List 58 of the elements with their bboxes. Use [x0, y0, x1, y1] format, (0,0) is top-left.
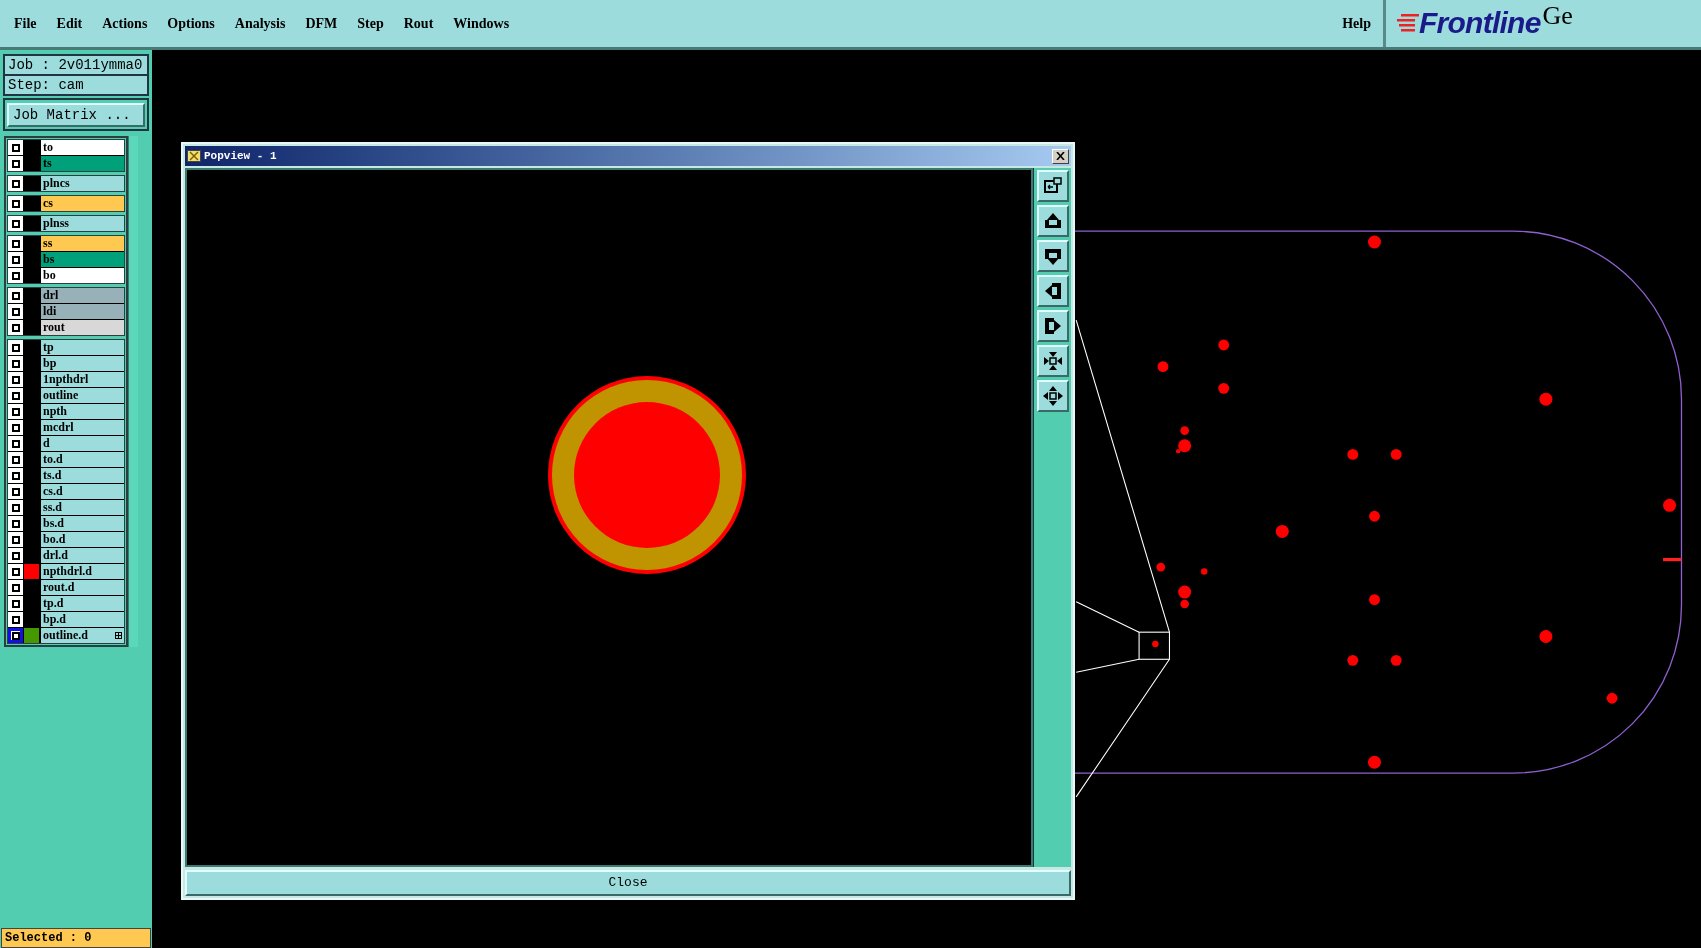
logo-tail-text: Ge — [1542, 2, 1573, 30]
close-button[interactable]: Close — [185, 870, 1071, 896]
pan-down-icon[interactable] — [1036, 240, 1069, 272]
layer-name[interactable]: tp.d — [41, 596, 124, 611]
zoom-in-icon[interactable] — [1036, 345, 1069, 377]
layer-name[interactable]: ss.d — [41, 500, 124, 515]
selected-count: Selected : 0 — [1, 928, 151, 948]
menu-item[interactable]: Rout — [403, 13, 434, 34]
layer-name[interactable]: rout.d — [41, 580, 124, 595]
menu-item[interactable]: DFM — [305, 13, 338, 34]
menu-item[interactable]: File — [14, 13, 37, 34]
layer-name[interactable]: ts — [41, 156, 124, 171]
menu-item[interactable]: Analysis — [234, 13, 286, 34]
layer-name[interactable]: bs.d — [41, 516, 124, 531]
layer-name[interactable]: tp — [41, 340, 124, 355]
pan-up-icon[interactable] — [1036, 205, 1069, 237]
layer-name[interactable]: d — [41, 436, 124, 451]
logo-text: Frontline — [1419, 6, 1541, 40]
window-title: Popview - 1 — [204, 148, 277, 164]
layer-name[interactable]: ts.d — [41, 468, 124, 483]
layer-name[interactable]: npthdrl.d — [41, 564, 124, 579]
layer-name[interactable]: ss — [41, 236, 124, 251]
layer-name[interactable]: mcdrl — [41, 420, 124, 435]
layer-name[interactable]: 1npthdrl — [41, 372, 124, 387]
zoom-out-icon[interactable] — [1036, 380, 1069, 412]
job-matrix-button[interactable]: Job Matrix ... — [7, 103, 145, 127]
layer-name[interactable]: to — [41, 140, 124, 155]
menu-item[interactable]: Actions — [102, 13, 148, 34]
layer-name[interactable]: bp.d — [41, 612, 124, 627]
layer-name[interactable]: bp — [41, 356, 124, 371]
layer-name[interactable]: bo — [41, 268, 124, 283]
step-label: Step: cam — [5, 76, 147, 94]
window-app-icon — [187, 150, 201, 162]
layer-name[interactable]: ldi — [41, 304, 124, 319]
layer-name[interactable]: drl — [41, 288, 124, 303]
close-icon[interactable] — [1052, 148, 1069, 164]
layer-name[interactable]: cs — [41, 196, 124, 211]
help-menu[interactable]: Help — [1342, 13, 1371, 34]
layer-name[interactable]: cs.d — [41, 484, 124, 499]
speed-lines-icon — [1397, 13, 1419, 33]
layer-toggle[interactable] — [8, 628, 23, 643]
layer-name[interactable]: bo.d — [41, 532, 124, 547]
pan-left-icon[interactable] — [1036, 275, 1069, 307]
layer-name[interactable]: plncs — [41, 176, 124, 191]
menu-item[interactable]: Windows — [453, 13, 510, 34]
layer-name[interactable]: npth — [41, 404, 124, 419]
layer-name[interactable]: outline — [41, 388, 124, 403]
layer-name[interactable]: plnss — [41, 216, 124, 231]
layer-name[interactable]: rout — [41, 320, 124, 335]
pan-right-icon[interactable] — [1036, 310, 1069, 342]
layer-name[interactable]: to.d — [41, 452, 124, 467]
menu-item[interactable]: Step — [357, 13, 384, 34]
layer-name[interactable]: bs — [41, 252, 124, 267]
menu-item[interactable]: Options — [167, 13, 215, 34]
menu-item[interactable]: Edit — [56, 13, 83, 34]
layer-name[interactable]: outline.d — [41, 628, 124, 643]
layer-name[interactable]: drl.d — [41, 548, 124, 563]
job-label: Job : 2v011ymma0 — [5, 56, 147, 76]
